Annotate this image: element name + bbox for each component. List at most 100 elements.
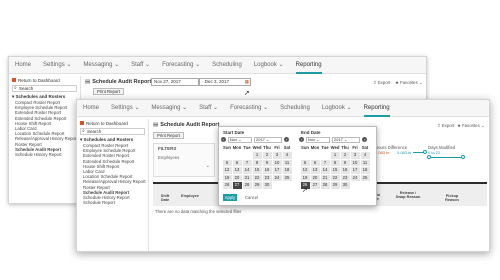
nav-reporting[interactable]: Reporting (363, 100, 390, 117)
cancel-button[interactable]: Cancel (245, 194, 258, 201)
day-cell[interactable]: 24 (350, 174, 360, 181)
end-year-select[interactable]: 2017 ⌄ (332, 136, 360, 143)
day-cell[interactable]: 2 (340, 152, 350, 159)
nav-home[interactable]: Home (83, 100, 99, 117)
column-header[interactable]: Release / Swap Reason (395, 191, 421, 199)
day-cell[interactable]: 29 (330, 182, 340, 189)
day-cell[interactable]: 23 (340, 174, 350, 181)
nav-settings[interactable]: Settings ⌄ (111, 100, 139, 117)
column-header[interactable]: Employee (181, 194, 199, 198)
day-cell[interactable]: 17 (272, 167, 282, 174)
sidebar-group[interactable]: ▾ Schedules and Rosters (77, 136, 148, 143)
return-to-dashboard[interactable]: Return to Dashboard (77, 119, 148, 127)
day-cell[interactable]: 29 (252, 182, 262, 189)
day-cell[interactable]: 27 (310, 182, 320, 189)
day-cell[interactable]: 8 (252, 159, 262, 166)
end-date-input[interactable]: - Dec 3, 2017 ▦ (199, 78, 251, 86)
day-cell[interactable]: 1 (252, 152, 262, 159)
day-cell[interactable]: 22 (252, 174, 262, 181)
day-cell[interactable]: 28 (242, 182, 252, 189)
day-cell[interactable]: 24 (272, 174, 282, 181)
day-cell[interactable]: 4 (360, 152, 370, 159)
nav-messaging[interactable]: Messaging ⌄ (151, 100, 187, 117)
sidebar-item[interactable]: Release/Approval History Report (9, 136, 80, 141)
nav-forecasting[interactable]: Forecasting ⌄ (230, 100, 268, 117)
day-cell[interactable]: 11 (360, 159, 370, 166)
day-cell[interactable]: 16 (262, 167, 272, 174)
hours-slider-handle[interactable] (423, 150, 427, 154)
day-cell[interactable]: 14 (242, 167, 252, 174)
calendar-icon[interactable]: ▦ (245, 79, 249, 85)
days-slider-handle-max[interactable] (461, 155, 465, 159)
day-cell[interactable]: 25 (282, 174, 292, 181)
employees-filter[interactable]: Employees (158, 155, 210, 160)
return-to-dashboard[interactable]: Return to Dashboard (9, 76, 80, 84)
next-month-button[interactable]: › (284, 137, 289, 142)
day-cell[interactable]: 23 (262, 174, 272, 181)
day-cell[interactable]: 25 (360, 174, 370, 181)
day-cell[interactable]: 2 (262, 152, 272, 159)
day-cell[interactable]: 20 (232, 174, 242, 181)
day-cell[interactable]: 26 (222, 182, 232, 189)
days-slider-handle-min[interactable] (427, 155, 431, 159)
day-cell[interactable]: 22 (330, 174, 340, 181)
sidebar-item[interactable]: Release/Approval History Report (77, 179, 148, 184)
nav-staff[interactable]: Staff ⌄ (131, 57, 150, 74)
export-button[interactable]: ⇪ Export (437, 123, 454, 129)
sidebar-search-input[interactable]: ⌕ Search (80, 128, 145, 135)
day-cell[interactable]: 21 (320, 174, 330, 181)
prev-month-button[interactable]: ‹ (221, 137, 226, 142)
day-cell[interactable]: 5 (222, 159, 232, 166)
day-cell[interactable]: 12 (300, 167, 310, 174)
nav-staff[interactable]: Staff ⌄ (199, 100, 218, 117)
day-cell[interactable]: 3 (272, 152, 282, 159)
sidebar-item[interactable]: Schedule History Report (9, 152, 80, 157)
nav-messaging[interactable]: Messaging ⌄ (83, 57, 119, 74)
day-cell[interactable]: 4 (282, 152, 292, 159)
day-cell[interactable]: 9 (340, 159, 350, 166)
day-cell[interactable]: 5 (300, 159, 310, 166)
nav-home[interactable]: Home (15, 57, 31, 74)
sidebar-group[interactable]: ▾ Schedules and Rosters (9, 93, 80, 100)
day-cell[interactable]: 12 (222, 167, 232, 174)
apply-button[interactable]: Apply (223, 194, 237, 201)
column-header[interactable]: Shift Date (157, 194, 173, 202)
day-cell[interactable]: 28 (320, 182, 330, 189)
start-year-select[interactable]: 2017 ⌄ (254, 136, 282, 143)
nav-forecasting[interactable]: Forecasting ⌄ (162, 57, 200, 74)
nav-reporting[interactable]: Reporting (295, 57, 322, 74)
day-cell[interactable]: 15 (330, 167, 340, 174)
day-cell[interactable]: 6 (232, 159, 242, 166)
day-cell[interactable]: 15 (252, 167, 262, 174)
print-report-button[interactable]: Print Report (93, 88, 124, 95)
end-month-select[interactable]: Nov ⌄ (306, 136, 330, 143)
nav-logbook[interactable]: Logbook ⌄ (254, 57, 284, 74)
day-cell[interactable]: 30 (340, 182, 350, 189)
day-cell[interactable]: 11 (282, 159, 292, 166)
day-cell[interactable]: 21 (242, 174, 252, 181)
day-cell[interactable]: 30 (262, 182, 272, 189)
days-slider-track[interactable] (429, 157, 463, 158)
column-header[interactable]: Pickup Reason (439, 194, 465, 202)
favorites-button[interactable]: ★ Favorites ⌄ (395, 80, 423, 86)
nav-scheduling[interactable]: Scheduling (212, 57, 242, 74)
start-month-select[interactable]: Nov ⌄ (228, 136, 252, 143)
day-cell[interactable]: 20 (310, 174, 320, 181)
nav-settings[interactable]: Settings ⌄ (43, 57, 71, 74)
prev-month-button[interactable]: ‹ (299, 137, 304, 142)
start-date-input[interactable]: Nov 27, 2017 (151, 78, 199, 86)
sidebar-item[interactable]: Schedule Report (77, 200, 148, 205)
day-cell[interactable]: 18 (282, 167, 292, 174)
day-cell[interactable]: 10 (350, 159, 360, 166)
day-cell[interactable]: 7 (320, 159, 330, 166)
day-cell[interactable]: 16 (340, 167, 350, 174)
day-cell[interactable]: 14 (320, 167, 330, 174)
day-cell[interactable]: 19 (300, 174, 310, 181)
favorites-button[interactable]: ★ Favorites ⌄ (457, 123, 485, 129)
day-cell[interactable]: 10 (272, 159, 282, 166)
selected-day-cell[interactable]: 27 (232, 182, 242, 189)
day-cell[interactable]: 17 (350, 167, 360, 174)
day-cell[interactable]: 9 (262, 159, 272, 166)
day-cell[interactable]: 1 (330, 152, 340, 159)
nav-scheduling[interactable]: Scheduling (280, 100, 310, 117)
